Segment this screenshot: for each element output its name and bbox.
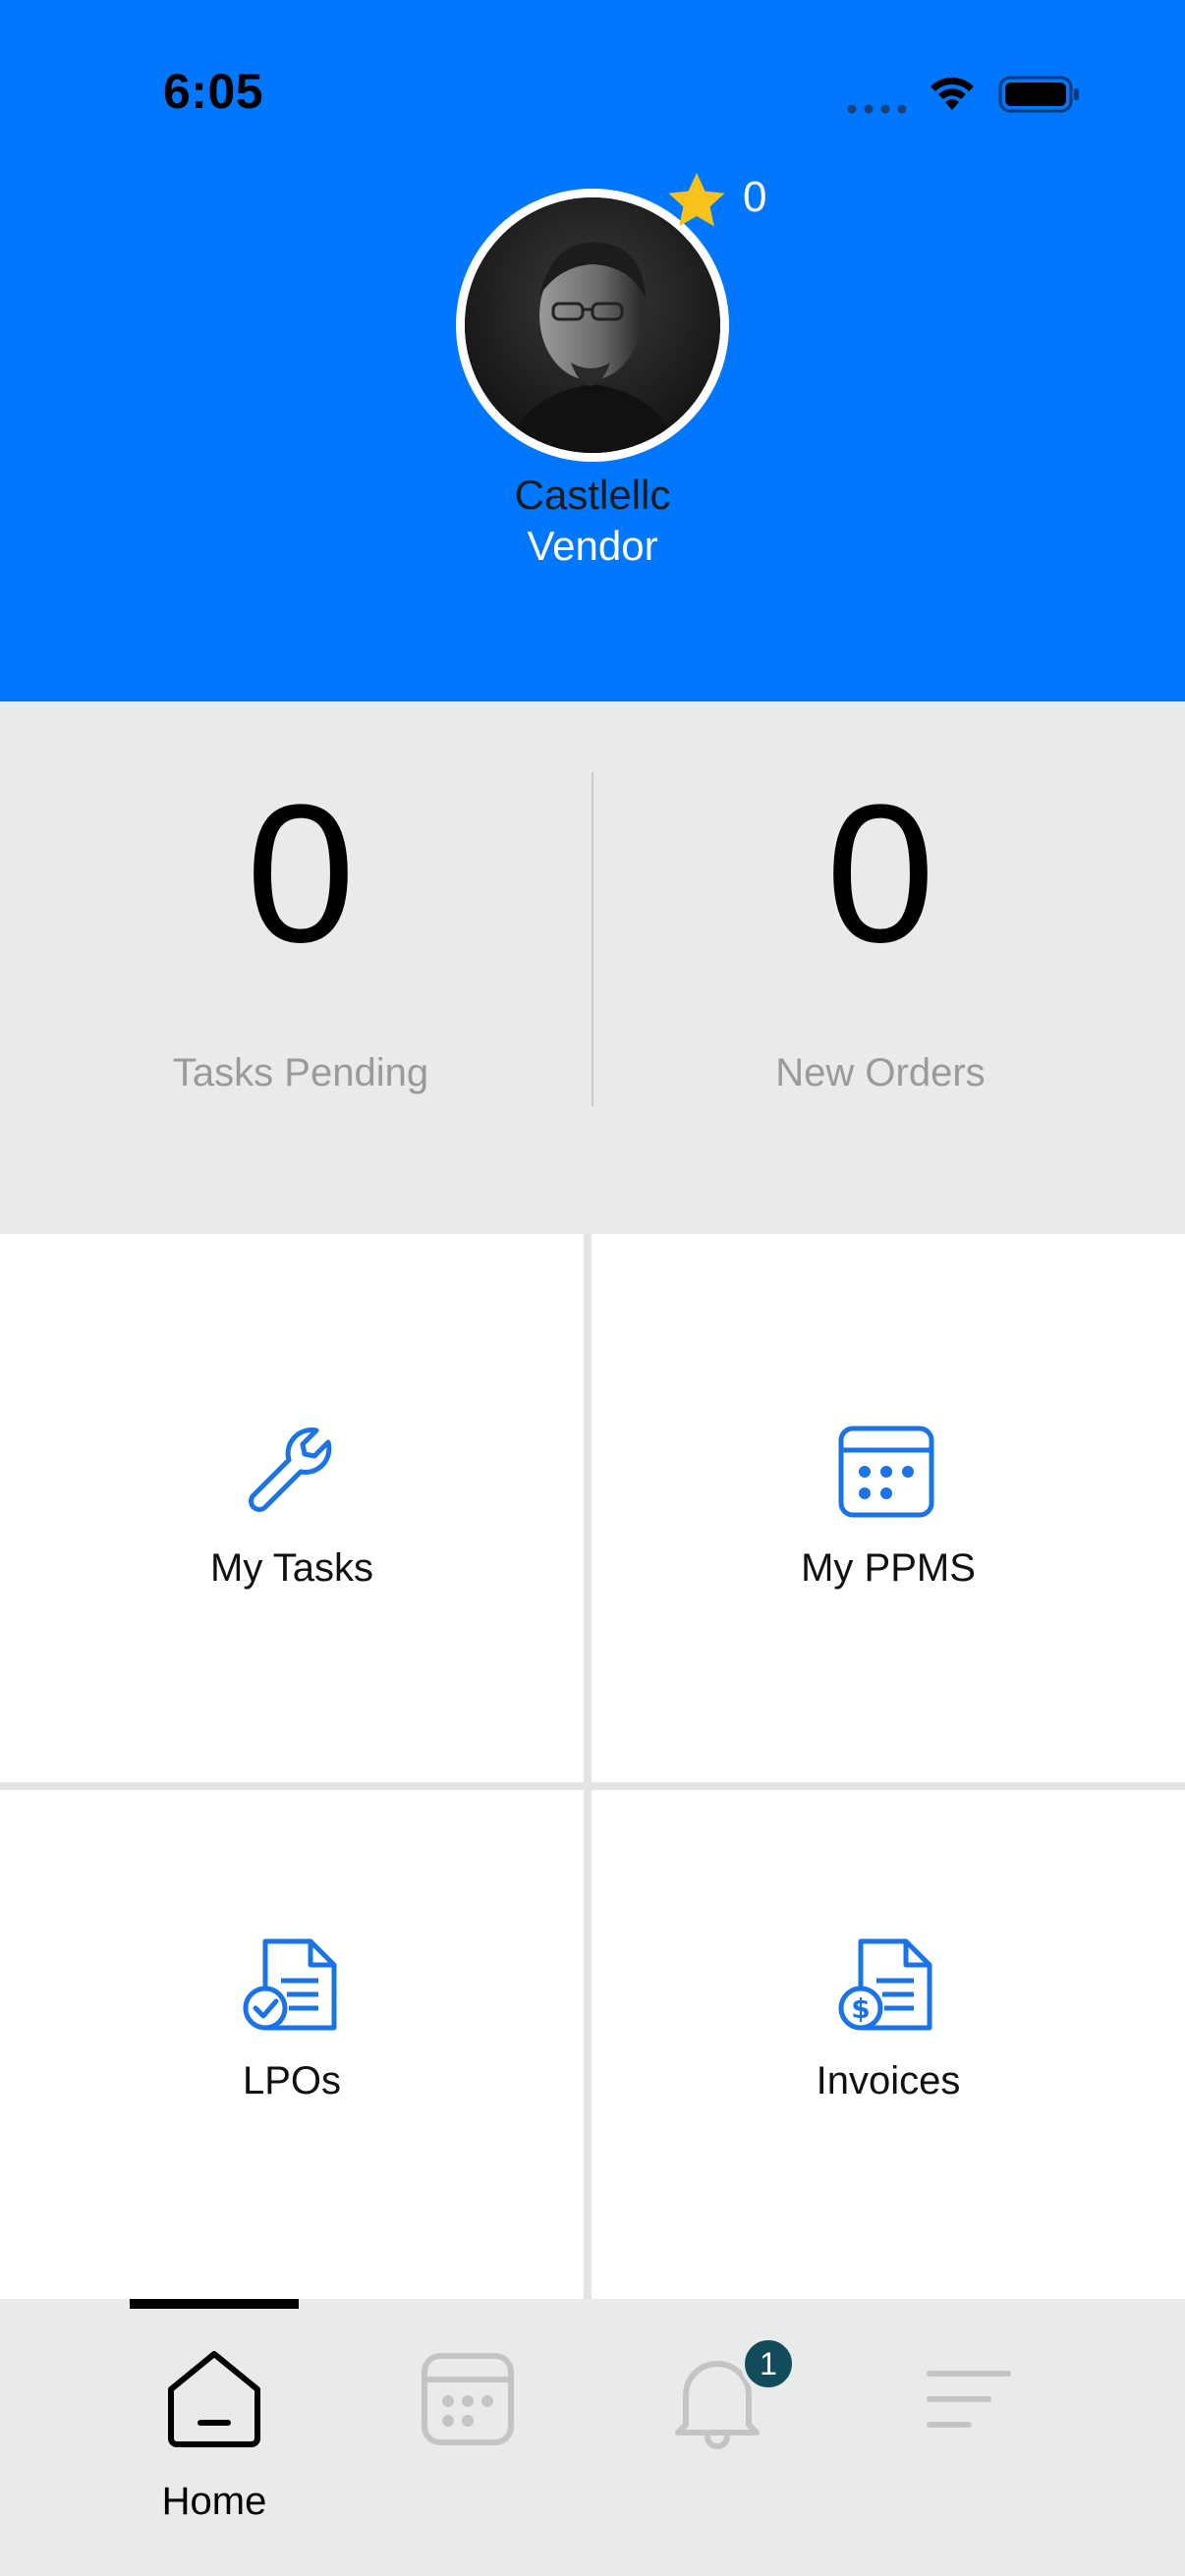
document-check-icon [243,1938,337,2031]
tasks-pending-stat[interactable]: 0 Tasks Pending [0,701,592,1234]
star-icon [668,173,725,227]
new-orders-stat[interactable]: 0 New Orders [592,701,1185,1234]
menu-grid: My Tasks My PPMS LPOs $ Invoices [0,1234,1185,2299]
tab-notifications[interactable] [609,2299,825,2576]
my-tasks-label: My Tasks [210,1546,373,1590]
avatar-photo [465,197,720,453]
my-tasks-tile[interactable]: My Tasks [0,1234,584,1782]
tab-calendar[interactable] [360,2299,576,2576]
new-orders-value: 0 [825,764,935,983]
stats-panel: 0 Tasks Pending 0 New Orders [0,701,1185,1234]
home-icon [168,2351,260,2447]
document-dollar-icon: $ [838,1938,932,2031]
notification-badge: 1 [741,2336,796,2391]
calendar-icon [422,2353,514,2445]
calendar-grid-icon [838,1426,934,1518]
tasks-pending-label: Tasks Pending [172,1051,429,1094]
svg-text:$: $ [851,1992,870,2025]
rating-value: 0 [743,173,767,221]
invoices-tile[interactable]: $ Invoices [592,1790,1185,2299]
battery-icon [998,76,1079,113]
tab-menu[interactable] [861,2299,1077,2576]
my-ppms-tile[interactable]: My PPMS [592,1234,1185,1782]
lpos-label: LPOs [242,2059,342,2102]
tab-home[interactable]: Home [106,2299,322,2576]
lpos-tile[interactable]: LPOs [0,1790,584,2299]
my-ppms-label: My PPMS [801,1546,976,1590]
wrench-icon [249,1428,332,1512]
signal-dots-icon [847,104,907,114]
tab-home-label: Home [161,2480,267,2523]
profile-name: Castlellc [514,472,671,518]
new-orders-label: New Orders [775,1051,986,1094]
profile-role: Vendor [527,523,658,569]
invoices-label: Invoices [816,2059,961,2102]
wifi-icon [931,77,974,110]
bottom-tab-bar: Home [0,2299,1185,2576]
status-time: 6:05 [163,64,264,119]
tasks-pending-value: 0 [246,764,356,983]
menu-lines-icon [927,2371,1011,2428]
profile-header: 6:05 0 Castlellc Vendor [0,0,1185,701]
